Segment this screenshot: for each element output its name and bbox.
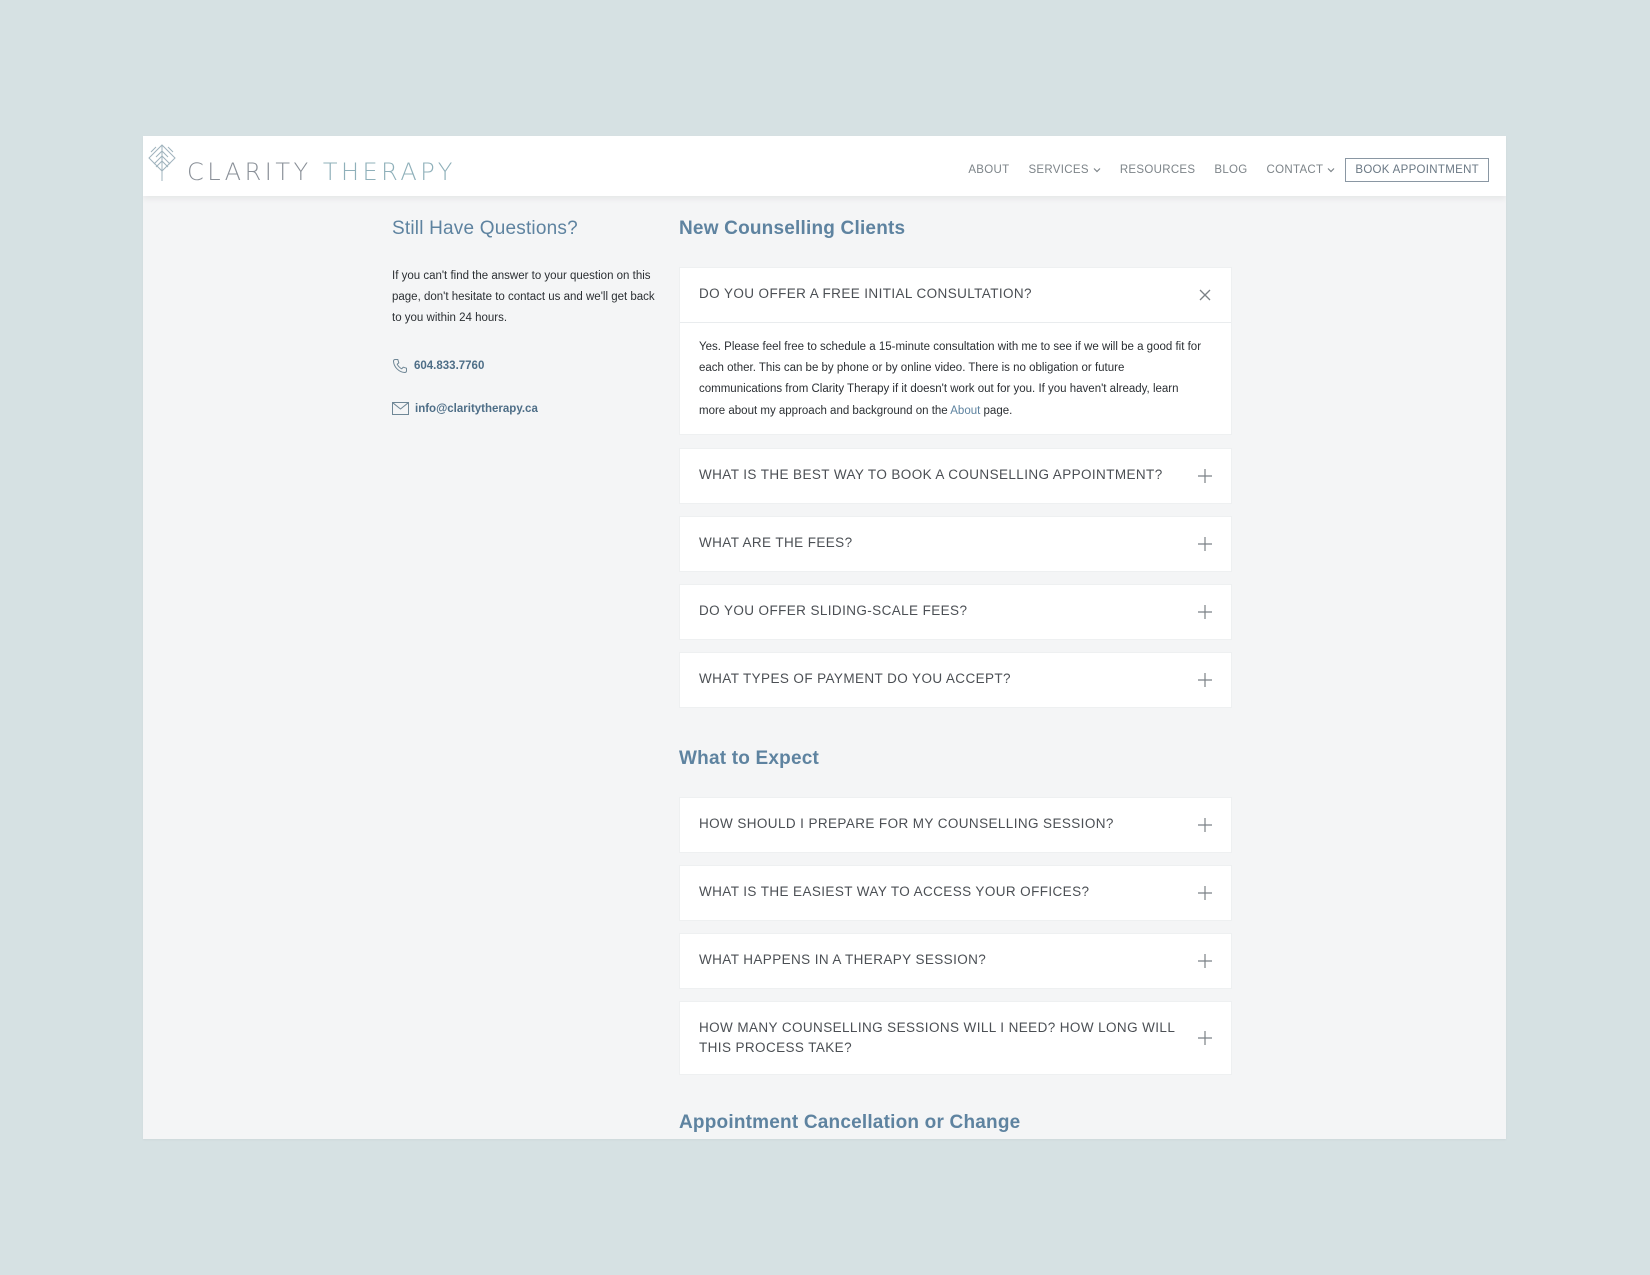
faq-question-text: WHAT TYPES OF PAYMENT DO YOU ACCEPT? — [699, 670, 1011, 686]
chevron-down-icon — [1093, 168, 1101, 173]
faq-item: DO YOU OFFER SLIDING-SCALE FEES? — [679, 583, 1232, 640]
faq-answer: Yes. Please feel free to schedule a 15-m… — [680, 322, 1231, 434]
nav-about-label: ABOUT — [968, 164, 1010, 176]
email-icon — [392, 402, 409, 415]
brand-word-1: CLARITY — [187, 158, 312, 186]
site-logo[interactable]: CLARITY THERAPY — [187, 158, 456, 186]
plus-icon[interactable] — [1197, 953, 1213, 969]
faq-question-text: HOW SHOULD I PREPARE FOR MY COUNSELLING … — [699, 815, 1114, 831]
section-title-cancellation: Appointment Cancellation or Change — [679, 1111, 1021, 1133]
faq-question-text: HOW MANY COUNSELLING SESSIONS WILL I NEE… — [699, 1019, 1175, 1055]
site-header: CLARITY THERAPY ABOUT SERVICES RESOURCES… — [143, 136, 1506, 196]
nav-resources[interactable]: RESOURCES — [1120, 164, 1196, 176]
faq-item: WHAT IS THE BEST WAY TO BOOK A COUNSELLI… — [679, 447, 1232, 504]
phone-link[interactable]: 604.833.7760 — [392, 358, 662, 374]
faq-question[interactable]: WHAT IS THE EASIEST WAY TO ACCESS YOUR O… — [680, 866, 1231, 920]
faq-question-text: WHAT HAPPENS IN A THERAPY SESSION? — [699, 951, 987, 967]
faq-item: HOW SHOULD I PREPARE FOR MY COUNSELLING … — [679, 796, 1232, 853]
about-link[interactable]: About — [950, 405, 980, 417]
close-icon[interactable] — [1197, 287, 1213, 303]
faq-question-text: DO YOU OFFER A FREE INITIAL CONSULTATION… — [699, 286, 1032, 301]
faq-item: HOW MANY COUNSELLING SESSIONS WILL I NEE… — [679, 1000, 1232, 1075]
faq-item: WHAT IS THE EASIEST WAY TO ACCESS YOUR O… — [679, 864, 1232, 921]
sidebar-text: If you can't find the answer to your que… — [392, 270, 655, 324]
faq-question[interactable]: HOW MANY COUNSELLING SESSIONS WILL I NEE… — [680, 1002, 1231, 1074]
nav-services-label: SERVICES — [1028, 164, 1089, 176]
email-link[interactable]: info@claritytherapy.ca — [392, 402, 662, 415]
plus-icon[interactable] — [1197, 817, 1213, 833]
faq-question-text: DO YOU OFFER SLIDING-SCALE FEES? — [699, 602, 968, 618]
sidebar-title: Still Have Questions? — [392, 218, 578, 239]
sidebar: Still Have Questions? If you can't find … — [392, 218, 662, 415]
faq-question[interactable]: WHAT HAPPENS IN A THERAPY SESSION? — [680, 934, 1231, 988]
plus-icon[interactable] — [1197, 885, 1213, 901]
faq-answer-tail: page. — [980, 404, 1013, 417]
faq-item: WHAT TYPES OF PAYMENT DO YOU ACCEPT? — [679, 651, 1232, 708]
email-address: info@claritytherapy.ca — [415, 402, 538, 415]
phone-number: 604.833.7760 — [414, 360, 485, 372]
nav-contact[interactable]: CONTACT — [1267, 164, 1336, 176]
main-nav: ABOUT SERVICES RESOURCES BLOG CONTACT BO… — [949, 157, 1489, 183]
section-title-new-clients: New Counselling Clients — [679, 218, 906, 239]
faq-question-text: WHAT IS THE EASIEST WAY TO ACCESS YOUR O… — [699, 883, 1090, 899]
faq-item: WHAT ARE THE FEES? — [679, 515, 1232, 572]
phone-icon — [392, 359, 407, 374]
nav-about[interactable]: ABOUT — [968, 164, 1009, 176]
faq-question[interactable]: DO YOU OFFER A FREE INITIAL CONSULTATION… — [680, 268, 1231, 322]
chevron-down-icon — [1327, 168, 1335, 173]
nav-contact-label: CONTACT — [1266, 164, 1324, 176]
faq-question[interactable]: DO YOU OFFER SLIDING-SCALE FEES? — [680, 585, 1231, 639]
faq-content: New Counselling Clients DO YOU OFFER A F… — [679, 218, 1232, 1134]
plus-icon[interactable] — [1197, 672, 1213, 688]
faq-item: WHAT HAPPENS IN A THERAPY SESSION? — [679, 932, 1232, 989]
section-title-what-to-expect: What to Expect — [679, 747, 820, 769]
faq-question[interactable]: WHAT IS THE BEST WAY TO BOOK A COUNSELLI… — [680, 449, 1231, 503]
nav-resources-label: RESOURCES — [1119, 164, 1196, 176]
plus-icon[interactable] — [1197, 468, 1213, 484]
faq-question[interactable]: WHAT ARE THE FEES? — [680, 517, 1231, 571]
faq-question-text: WHAT IS THE BEST WAY TO BOOK A COUNSELLI… — [699, 466, 1163, 482]
plus-icon[interactable] — [1197, 604, 1213, 620]
brand-word-2: THERAPY — [322, 158, 456, 186]
plus-icon[interactable] — [1197, 1030, 1213, 1046]
nav-blog[interactable]: BLOG — [1214, 164, 1247, 176]
faq-question[interactable]: HOW SHOULD I PREPARE FOR MY COUNSELLING … — [680, 798, 1231, 852]
plus-icon[interactable] — [1197, 536, 1213, 552]
leaf-logo-icon[interactable] — [147, 143, 181, 183]
nav-blog-label: BLOG — [1214, 164, 1248, 176]
book-appointment-button[interactable]: BOOK APPOINTMENT — [1345, 158, 1489, 182]
nav-services[interactable]: SERVICES — [1028, 164, 1101, 176]
faq-item: DO YOU OFFER A FREE INITIAL CONSULTATION… — [679, 267, 1232, 435]
faq-question[interactable]: WHAT TYPES OF PAYMENT DO YOU ACCEPT? — [680, 653, 1231, 707]
browser-page: CLARITY THERAPY ABOUT SERVICES RESOURCES… — [143, 136, 1506, 1139]
faq-question-text: WHAT ARE THE FEES? — [699, 534, 853, 550]
